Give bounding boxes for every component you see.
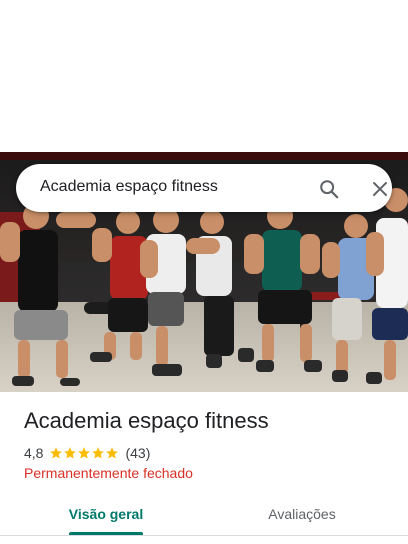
search-icon[interactable] xyxy=(316,176,342,202)
star-icon xyxy=(78,447,91,459)
divider xyxy=(0,535,408,536)
map-area-blank xyxy=(0,0,408,152)
status-badge: Permanentemente fechado xyxy=(24,465,193,481)
star-rating xyxy=(49,446,119,460)
place-title: Academia espaço fitness xyxy=(24,408,269,433)
tab-bar: Visão geral Avaliações xyxy=(0,496,408,540)
rating-row[interactable]: 4,8 (43) xyxy=(24,444,150,462)
search-bar[interactable]: Academia espaço fitness xyxy=(16,164,392,212)
tab-overview[interactable]: Visão geral xyxy=(54,496,158,536)
star-icon xyxy=(106,447,119,459)
close-icon[interactable] xyxy=(367,176,393,202)
star-icon xyxy=(92,447,105,459)
rating-value: 4,8 xyxy=(24,445,44,461)
star-icon xyxy=(50,447,63,459)
review-count[interactable]: (43) xyxy=(125,445,150,461)
search-input[interactable]: Academia espaço fitness xyxy=(40,178,218,196)
tab-reviews[interactable]: Avaliações xyxy=(250,496,354,536)
star-icon xyxy=(64,447,77,459)
